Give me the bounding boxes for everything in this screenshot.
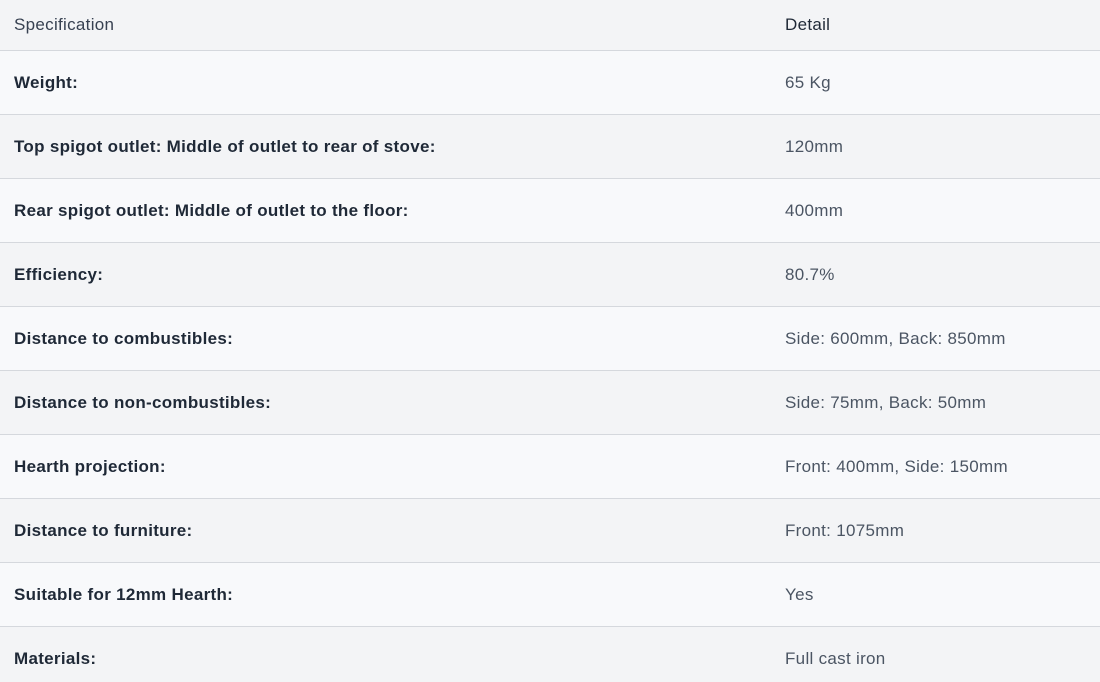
table-row: Materials: Full cast iron — [0, 626, 1100, 682]
spec-value: Front: 400mm, Side: 150mm — [785, 456, 1008, 476]
table-row: Efficiency: 80.7% — [0, 242, 1100, 307]
spec-label: Distance to furniture: — [14, 520, 193, 540]
spec-value: 65 Kg — [785, 72, 831, 92]
spec-label: Distance to combustibles: — [14, 328, 234, 348]
spec-label: Materials: — [14, 648, 97, 668]
table-row: Distance to combustibles: Side: 600mm, B… — [0, 306, 1100, 371]
table-row: Hearth projection: Front: 400mm, Side: 1… — [0, 434, 1100, 499]
column-header-specification: Specification — [14, 15, 115, 34]
header-row: Specification Detail — [0, 0, 1100, 51]
table-row: Top spigot outlet: Middle of outlet to r… — [0, 114, 1100, 179]
spec-label: Hearth projection: — [14, 456, 166, 476]
spec-label: Rear spigot outlet: Middle of outlet to … — [14, 200, 409, 220]
spec-value: Side: 75mm, Back: 50mm — [785, 392, 987, 412]
specification-table: Specification Detail Weight: 65 Kg Top s… — [0, 0, 1100, 682]
spec-label: Top spigot outlet: Middle of outlet to r… — [14, 136, 436, 156]
spec-label: Weight: — [14, 72, 79, 92]
table-header: Specification Detail — [0, 0, 1100, 51]
spec-value: Yes — [785, 584, 814, 604]
table-row: Suitable for 12mm Hearth: Yes — [0, 562, 1100, 627]
spec-value: Side: 600mm, Back: 850mm — [785, 328, 1006, 348]
spec-value: 400mm — [785, 200, 844, 220]
spec-label: Suitable for 12mm Hearth: — [14, 584, 234, 604]
spec-value: 120mm — [785, 136, 844, 156]
spec-value: Front: 1075mm — [785, 520, 905, 540]
spec-value: 80.7% — [785, 264, 835, 284]
spec-label: Distance to non-combustibles: — [14, 392, 272, 412]
table-row: Distance to furniture: Front: 1075mm — [0, 498, 1100, 563]
spec-label: Efficiency: — [14, 264, 104, 284]
column-header-detail: Detail — [785, 15, 831, 34]
table-row: Weight: 65 Kg — [0, 50, 1100, 115]
table-body: Weight: 65 Kg Top spigot outlet: Middle … — [0, 50, 1100, 682]
spec-value: Full cast iron — [785, 648, 886, 668]
table-row: Distance to non-combustibles: Side: 75mm… — [0, 370, 1100, 435]
table-row: Rear spigot outlet: Middle of outlet to … — [0, 178, 1100, 243]
